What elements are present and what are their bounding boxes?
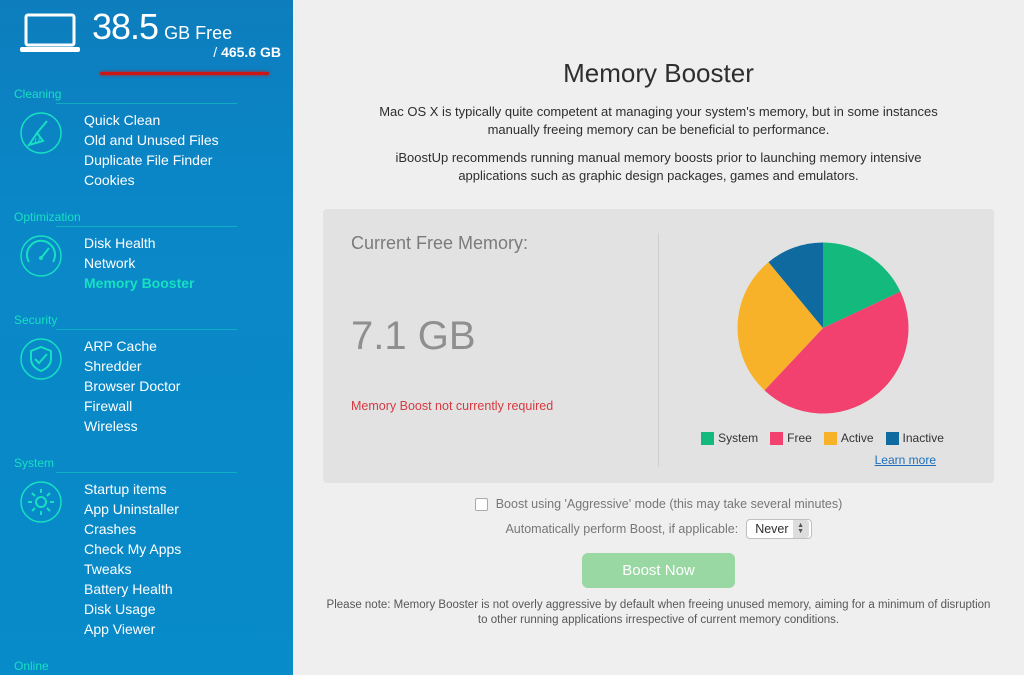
sidebar-item-old-and-unused-files[interactable]: Old and Unused Files	[84, 130, 219, 150]
sidebar-item-duplicate-file-finder[interactable]: Duplicate File Finder	[84, 150, 219, 170]
description-1: Mac OS X is typically quite competent at…	[379, 103, 939, 139]
sidebar-item-firewall[interactable]: Firewall	[84, 396, 180, 416]
chart-legend: System Free Active Inactive	[701, 431, 944, 445]
section-label-system: System	[0, 450, 293, 470]
section-label-security: Security	[0, 307, 293, 327]
sidebar-item-arp-cache[interactable]: ARP Cache	[84, 336, 180, 356]
description-2: iBoostUp recommends running manual memor…	[379, 149, 939, 185]
sidebar-item-check-my-apps[interactable]: Check My Apps	[84, 539, 181, 559]
page-title: Memory Booster	[323, 58, 994, 89]
boost-now-button[interactable]: Boost Now	[582, 553, 735, 588]
sidebar-item-battery-health[interactable]: Battery Health	[84, 579, 181, 599]
sidebar-item-disk-health[interactable]: Disk Health	[84, 233, 194, 253]
sidebar-item-startup-items[interactable]: Startup items	[84, 479, 181, 499]
sidebar-item-memory-booster[interactable]: Memory Booster	[84, 273, 194, 293]
gauge-icon	[18, 233, 64, 279]
sidebar-item-cookies[interactable]: Cookies	[84, 170, 219, 190]
aggressive-checkbox[interactable]	[475, 498, 488, 511]
sidebar-item-app-viewer[interactable]: App Viewer	[84, 619, 181, 639]
memory-pie-chart	[728, 233, 918, 423]
memory-panel: Current Free Memory: 7.1 GB Memory Boost…	[323, 209, 994, 483]
footer-note: Please note: Memory Booster is not overl…	[323, 598, 994, 628]
sidebar-item-crashes[interactable]: Crashes	[84, 519, 181, 539]
auto-boost-label: Automatically perform Boost, if applicab…	[505, 522, 738, 536]
sidebar-item-browser-doctor[interactable]: Browser Doctor	[84, 376, 180, 396]
sidebar-item-disk-usage[interactable]: Disk Usage	[84, 599, 181, 619]
shield-icon	[18, 336, 64, 382]
main-content: Memory Booster Mac OS X is typically qui…	[293, 0, 1024, 675]
aggressive-label: Boost using 'Aggressive' mode (this may …	[496, 497, 843, 511]
status-text: Memory Boost not currently required	[351, 399, 638, 413]
cog-icon	[18, 479, 64, 525]
chevron-updown-icon: ▲▼	[793, 520, 809, 538]
sidebar-item-wireless[interactable]: Wireless	[84, 416, 180, 436]
legend-free: Free	[770, 431, 812, 445]
legend-system: System	[701, 431, 758, 445]
current-free-label: Current Free Memory:	[351, 233, 638, 254]
free-space-unit: GB Free	[164, 23, 232, 44]
current-free-value: 7.1 GB	[351, 314, 638, 359]
free-space-value: 38.5	[92, 6, 158, 48]
sidebar-item-tweaks[interactable]: Tweaks	[84, 559, 181, 579]
disk-summary: 38.5 GB Free / 465.6 GB	[0, 0, 293, 68]
learn-more-link[interactable]: Learn more	[875, 453, 936, 467]
sidebar-item-quick-clean[interactable]: Quick Clean	[84, 110, 219, 130]
broom-icon	[18, 110, 64, 156]
sidebar-item-network[interactable]: Network	[84, 253, 194, 273]
legend-active: Active	[824, 431, 874, 445]
section-label-optimization: Optimization	[0, 204, 293, 224]
sidebar: 38.5 GB Free / 465.6 GB Cleaning Quick Cl…	[0, 0, 293, 675]
sidebar-item-app-uninstaller[interactable]: App Uninstaller	[84, 499, 181, 519]
legend-inactive: Inactive	[886, 431, 944, 445]
auto-boost-select[interactable]: Never ▲▼	[746, 519, 811, 539]
boost-options: Boost using 'Aggressive' mode (this may …	[323, 497, 994, 539]
section-label-online: Online	[0, 653, 293, 673]
laptop-icon	[18, 11, 82, 55]
sidebar-item-shredder[interactable]: Shredder	[84, 356, 180, 376]
section-label-cleaning: Cleaning	[0, 81, 293, 101]
